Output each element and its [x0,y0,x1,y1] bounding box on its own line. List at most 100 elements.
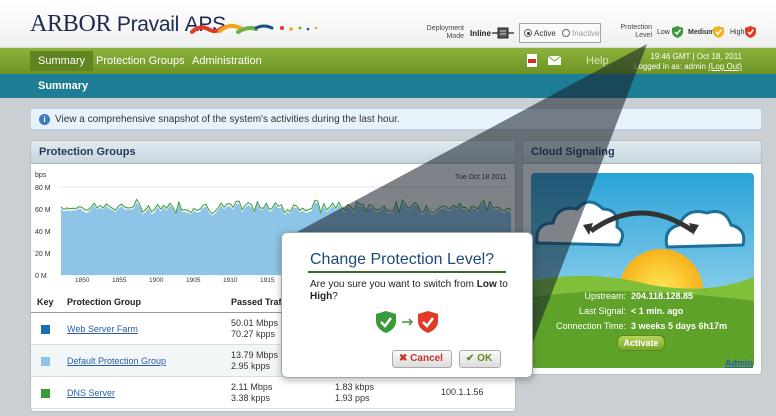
cloud-signaling-header: Cloud Signaling [523,141,761,164]
page-title: Summary [38,80,89,92]
dialog-to-level: High [310,291,333,302]
ok-label: OK [477,353,493,364]
x-tick-label: 1855 [112,277,127,283]
x-tick-label: 1905 [186,277,201,283]
activate-button[interactable]: Activate [617,335,665,351]
info-bar: i View a comprehensive snapshot of the s… [30,108,762,130]
logged-in-line: Logged in as: admin (Log Out) [634,62,742,72]
deployment-label-line1: Deployment [426,25,464,32]
logout-link[interactable]: (Log Out) [708,62,742,71]
cancel-button[interactable]: ✖ Cancel [392,350,452,368]
chart-unit-label: bps [35,172,47,179]
radio-inactive-dot [562,29,570,37]
col-protection-group[interactable]: Protection Group [67,297,141,307]
protection-level-label: Protection Level [604,24,652,40]
x-tick-label: 1915 [260,277,275,283]
logo-product: Pravail [116,13,179,36]
dialog-from-level: Low [476,279,497,290]
pg-link-dns-server[interactable]: DNS Server [67,388,115,398]
nav-summary[interactable]: Summary [30,51,94,71]
low-shield-icon[interactable] [672,26,683,38]
y-tick-label: 20 M [35,251,51,258]
deployment-mode-label: Deployment Mode [418,25,464,41]
key-swatch [41,357,50,366]
col-passed-traffic[interactable]: Passed Traffi [231,297,287,307]
medium-shield-icon[interactable] [713,26,724,38]
blocked-pps: 1.93 pps [335,393,370,403]
protection-groups-title: Protection Groups [39,146,136,158]
y-tick-label: 40 M [35,229,51,236]
level-medium-label[interactable]: Medium [688,29,714,36]
cloud-signaling-title: Cloud Signaling [531,146,615,158]
x-tick-label: 1910 [223,277,238,283]
last-signal-value: < 1 min. ago [631,306,684,316]
passed-traffic-cell: 2.11 Mbps 3.38 kpps [231,382,272,404]
pg-link-web-server-farm[interactable]: Web Server Farm [67,324,138,334]
nav-datetime: 19:46 GMT | Oct 18, 2011 [650,52,742,61]
cloud-admin-link[interactable]: Admin [725,358,753,368]
main-nav: Summary Protection Groups Administration… [0,48,776,74]
protection-label-line2: Level [635,32,652,39]
host-cell: 100.1.1.56 [441,387,484,397]
subnav: Summary [0,74,776,98]
mode-radio-group: Active Inactive [519,23,601,43]
nav-administration[interactable]: Administration [192,55,262,67]
blocked-traffic-cell: 1.83 kbps 1.93 pps [335,382,374,404]
key-swatch [41,325,50,334]
upstream-label: Upstream: [584,291,626,301]
deployment-label-line2: Mode [446,33,464,40]
radio-active[interactable]: Active [524,29,556,38]
info-text: View a comprehensive snapshot of the sys… [55,114,400,125]
passed-bps: 2.11 Mbps [231,382,273,392]
radio-inactive[interactable]: Inactive [562,29,600,38]
blocked-bps: 1.83 kbps [335,382,375,392]
logo-arbor: ARBOR [30,11,112,37]
connection-time-label: Connection Time: [555,321,626,331]
dialog-message-text: Are you sure you want to switch from [310,279,474,290]
passed-pps: 3.38 kpps [231,393,271,403]
nav-help[interactable]: Help [586,55,609,67]
chart-date-label: Tue Oct 18 2011 [455,174,506,181]
protection-groups-header: Protection Groups [31,141,515,164]
x-tick-label: 1850 [75,277,90,283]
radio-active-label: Active [534,29,556,38]
level-low-label[interactable]: Low [657,29,670,36]
dialog-divider [308,271,506,273]
radio-inactive-label: Inactive [572,29,600,38]
passed-bps: 13.79 Mbps [231,350,279,360]
logo-swoosh-icon [190,24,318,34]
y-tick-label: 80 M [35,185,51,192]
info-icon: i [39,114,50,125]
change-protection-dialog: Change Protection Level? Are you sure yo… [281,232,533,378]
nav-protection-groups[interactable]: Protection Groups [96,55,185,67]
upstream-value: 204.118.128.85 [631,291,694,301]
deployment-mode-value: Inline [470,29,491,38]
pg-row[interactable]: DNS Server 2.11 Mbps 3.38 kpps 1.83 kbps… [31,377,515,409]
protection-label-line1: Protection [620,24,652,31]
passed-pps: 70.27 kpps [231,329,276,339]
cancel-label: Cancel [410,353,443,364]
logged-in-label: Logged in as: admin [633,62,706,71]
radio-active-dot [524,29,532,37]
y-tick-label: 60 M [35,207,51,214]
last-signal-label: Last Signal: [578,306,626,316]
ok-button[interactable]: ✔ OK [459,350,501,368]
level-high-label[interactable]: High [730,29,744,36]
level-change-icon [376,311,438,333]
user-info: 19:46 GMT | Oct 18, 2011 Logged in as: a… [634,52,742,72]
connection-time-value: 3 weeks 5 days 6h17m [631,321,728,331]
inline-device-icon [492,27,514,39]
key-swatch [41,389,50,398]
passed-bps: 50.01 Mbps [231,318,279,328]
close-icon: ✖ [399,353,408,364]
check-icon: ✔ [466,353,475,364]
passed-pps: 2.95 kpps [231,361,271,371]
pg-link-default[interactable]: Default Protection Group [67,356,166,366]
pdf-icon[interactable] [526,54,538,67]
email-icon[interactable] [548,56,561,65]
high-shield-icon[interactable] [745,26,756,38]
y-tick-label: 0 M [35,273,47,280]
passed-traffic-cell: 50.01 Mbps 70.27 kpps [231,318,278,340]
dialog-message: Are you sure you want to switch from Low… [310,279,510,303]
dialog-question-mark: ? [332,291,338,302]
